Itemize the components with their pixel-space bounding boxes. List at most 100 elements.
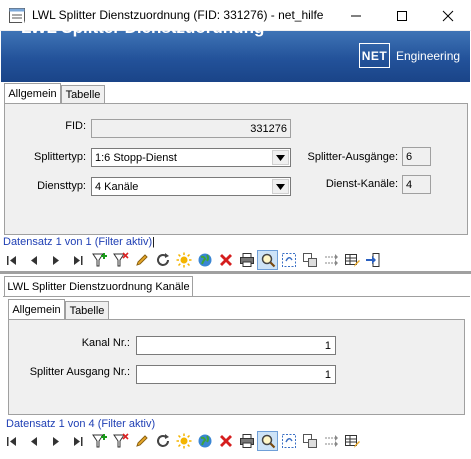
sub-last-record-button[interactable]	[67, 431, 89, 451]
main-move-button[interactable]	[320, 250, 341, 270]
fid-label: FID:	[65, 120, 86, 132]
sub-refresh-button[interactable]	[152, 431, 173, 451]
refresh-icon	[156, 253, 169, 266]
kanal-input[interactable]: 1	[136, 336, 336, 355]
sub-new-record-button[interactable]	[173, 431, 194, 451]
close-button[interactable]	[425, 0, 471, 31]
new-record-icon	[176, 433, 191, 449]
main-first-record-button[interactable]	[1, 250, 23, 270]
next-record-icon	[53, 436, 59, 446]
table-edit-icon	[344, 435, 360, 448]
main-add-filter-button[interactable]	[89, 250, 110, 270]
main-last-record-button[interactable]	[67, 250, 89, 270]
refresh-icon	[156, 434, 169, 447]
sub-select-button[interactable]	[278, 431, 299, 451]
main-edit-button[interactable]	[131, 250, 152, 270]
sub-next-record-button[interactable]	[45, 431, 67, 451]
main-delete-button[interactable]	[215, 250, 236, 270]
sub-delete-button[interactable]	[215, 431, 236, 451]
pane-splitter[interactable]	[0, 271, 471, 274]
sub-nav-toolbar	[1, 431, 470, 451]
logo-text: Engineering	[396, 49, 461, 63]
search-icon	[261, 434, 275, 449]
new-record-icon	[176, 252, 191, 268]
first-record-icon	[7, 255, 16, 265]
sub-first-record-button[interactable]	[1, 431, 23, 451]
subtab-tabelle[interactable]: Tabelle	[65, 301, 109, 320]
subform-window-tab[interactable]: LWL Splitter Dienstzuordnung Kanäle	[4, 276, 193, 296]
splittertyp-value: 1:6 Stopp-Dienst	[95, 151, 177, 164]
ausgang-label: Splitter Ausgang Nr.:	[29, 366, 130, 378]
sub-move-button[interactable]	[320, 431, 341, 451]
splitter-ausgaenge-label: Splitter-Ausgänge:	[307, 151, 399, 163]
main-table-edit-button[interactable]	[341, 250, 362, 270]
diensttyp-value: 4 Kanäle	[95, 180, 139, 193]
kanal-value: 1	[324, 339, 331, 352]
sub-edit-button[interactable]	[131, 431, 152, 451]
exit-icon	[365, 253, 379, 267]
copy-icon	[302, 253, 317, 267]
prev-record-icon	[31, 255, 37, 265]
chevron-down-icon	[276, 154, 285, 161]
sub-globe-button[interactable]	[194, 431, 215, 451]
copy-icon	[302, 434, 317, 448]
diensttyp-dropdown-button[interactable]	[272, 179, 289, 194]
chevron-down-icon	[276, 183, 285, 190]
splittertyp-select[interactable]: 1:6 Stopp-Dienst	[91, 148, 291, 167]
main-refresh-button[interactable]	[152, 250, 173, 270]
dienst-kanaele-field: 4	[402, 175, 431, 194]
globe-icon	[198, 434, 211, 448]
search-icon	[261, 253, 275, 268]
prev-record-icon	[31, 436, 37, 446]
main-nav-toolbar	[1, 250, 470, 270]
dienst-kanaele-value: 4	[406, 178, 413, 191]
table-edit-icon	[344, 254, 360, 267]
tab-tabelle[interactable]: Tabelle	[61, 85, 105, 104]
sub-print-button[interactable]	[236, 431, 257, 451]
tab-allgemein[interactable]: Allgemein	[4, 83, 61, 104]
sub-table-edit-button[interactable]	[341, 431, 362, 451]
main-next-record-button[interactable]	[45, 250, 67, 270]
main-copy-button[interactable]	[299, 250, 320, 270]
ausgang-input[interactable]: 1	[136, 365, 336, 384]
main-remove-filter-button[interactable]	[110, 250, 131, 270]
minimize-icon	[351, 15, 361, 16]
header-title: LWL Splitter Dienstzuordnung	[21, 18, 265, 37]
logo-mark: NET	[359, 43, 390, 68]
main-new-record-button[interactable]	[173, 250, 194, 270]
diensttyp-label: Diensttyp:	[37, 180, 86, 192]
select-icon	[281, 253, 296, 267]
select-icon	[281, 434, 296, 448]
ausgang-value: 1	[324, 368, 331, 381]
main-prev-record-button[interactable]	[23, 250, 45, 270]
sub-copy-button[interactable]	[299, 431, 320, 451]
diensttyp-select[interactable]: 4 Kanäle	[91, 177, 291, 196]
main-exit-button[interactable]	[362, 250, 383, 270]
next-record-icon	[53, 255, 59, 265]
fid-field: 331276	[91, 119, 291, 138]
main-search-button[interactable]	[257, 250, 278, 270]
main-print-button[interactable]	[236, 250, 257, 270]
globe-icon	[198, 253, 211, 267]
splittertyp-label: Splittertyp:	[34, 151, 86, 163]
delete-icon	[219, 435, 232, 447]
sub-record-status: Datensatz 1 von 4 (Filter aktiv)	[6, 418, 156, 430]
print-icon	[239, 253, 254, 267]
delete-icon	[219, 254, 232, 266]
sub-add-filter-button[interactable]	[89, 431, 110, 451]
splitter-ausgaenge-field: 6	[402, 147, 431, 166]
main-select-button[interactable]	[278, 250, 299, 270]
maximize-button[interactable]	[379, 0, 425, 31]
dienst-kanaele-label: Dienst-Kanäle:	[325, 178, 398, 190]
main-globe-button[interactable]	[194, 250, 215, 270]
last-record-icon	[74, 255, 83, 265]
remove-filter-icon	[112, 433, 129, 448]
sub-search-button[interactable]	[257, 431, 278, 451]
main-record-status-text: Datensatz 1 von 1 (Filter aktiv)	[3, 236, 153, 248]
sub-prev-record-button[interactable]	[23, 431, 45, 451]
minimize-button[interactable]	[333, 0, 379, 31]
sub-remove-filter-button[interactable]	[110, 431, 131, 451]
subtab-allgemein[interactable]: Allgemein	[8, 299, 65, 320]
splittertyp-dropdown-button[interactable]	[272, 150, 289, 165]
print-icon	[239, 434, 254, 448]
